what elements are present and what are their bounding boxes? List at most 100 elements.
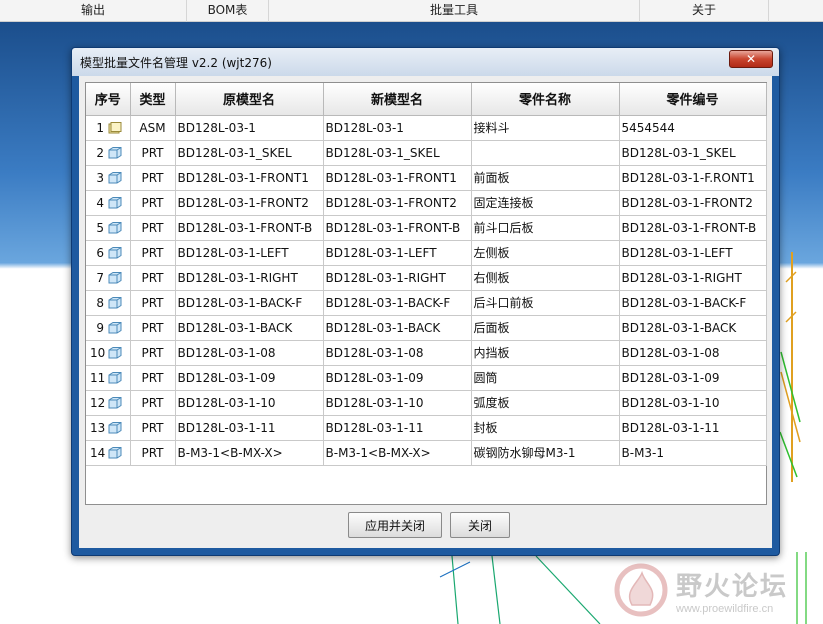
cell-part-number[interactable]: BD128L-03-1-LEFT [619, 240, 767, 266]
header-seq[interactable]: 序号 [86, 83, 131, 116]
cell-original-name[interactable]: BD128L-03-1-09 [175, 365, 324, 391]
table-row[interactable]: 8 PRT BD128L-03-1-BACK-F BD128L-03-1-BACK-F… [86, 290, 767, 316]
cell-part-number[interactable]: BD128L-03-1-09 [619, 365, 767, 391]
part-icon [108, 221, 122, 235]
cell-part-name[interactable]: 前面板 [471, 165, 620, 191]
part-icon [108, 196, 122, 210]
cell-new-name[interactable]: BD128L-03-1-08 [323, 340, 472, 366]
row-number: 5 [96, 220, 104, 235]
cell-part-number[interactable]: BD128L-03-1-08 [619, 340, 767, 366]
table-row[interactable]: 2 PRT BD128L-03-1_SKEL BD128L-03-1_SKEL BD12… [86, 140, 767, 166]
model-table: 序号 类型 原模型名 新模型名 零件名称 零件编号 1 ASM BD128L-03-… [85, 82, 767, 505]
cell-part-name[interactable]: 内挡板 [471, 340, 620, 366]
cell-part-name[interactable]: 封板 [471, 415, 620, 441]
header-part-name[interactable]: 零件名称 [471, 83, 620, 116]
menu-bom[interactable]: BOM表 [187, 0, 269, 22]
cell-part-name[interactable]: 圆筒 [471, 365, 620, 391]
cell-part-number[interactable]: 5454544 [619, 115, 767, 141]
cell-original-name[interactable]: BD128L-03-1-08 [175, 340, 324, 366]
table-row[interactable]: 9 PRT BD128L-03-1-BACK BD128L-03-1-BACK 后面板 B… [86, 315, 767, 341]
row-number: 10 [90, 345, 106, 360]
row-number: 7 [96, 270, 104, 285]
cell-part-number[interactable]: BD128L-03-1-BACK-F [619, 290, 767, 316]
menu-output[interactable]: 输出 [0, 0, 187, 22]
menu-about[interactable]: 关于 [640, 0, 769, 22]
header-type[interactable]: 类型 [130, 83, 176, 116]
cell-part-number[interactable]: BD128L-03-1-FRONT2 [619, 190, 767, 216]
cell-original-name[interactable]: BD128L-03-1-BACK [175, 315, 324, 341]
cell-part-number[interactable]: BD128L-03-1-FRONT-B [619, 215, 767, 241]
table-row[interactable]: 7 PRT BD128L-03-1-RIGHT BD128L-03-1-RIGHT 右侧… [86, 265, 767, 291]
close-dialog-button[interactable]: 关闭 [450, 512, 510, 538]
header-new-name[interactable]: 新模型名 [323, 83, 472, 116]
cell-original-name[interactable]: BD128L-03-1-RIGHT [175, 265, 324, 291]
cell-original-name[interactable]: BD128L-03-1-FRONT1 [175, 165, 324, 191]
cell-new-name[interactable]: BD128L-03-1-BACK-F [323, 290, 472, 316]
cell-part-number[interactable]: BD128L-03-1-F.RONT1 [619, 165, 767, 191]
cell-part-name[interactable]: 后面板 [471, 315, 620, 341]
dialog-titlebar[interactable]: 模型批量文件名管理 v2.2 (wjt276) ✕ [72, 48, 779, 76]
cell-part-name[interactable]: 固定连接板 [471, 190, 620, 216]
cell-seq: 9 [86, 315, 131, 341]
cell-new-name[interactable]: BD128L-03-1-FRONT2 [323, 190, 472, 216]
cell-new-name[interactable]: BD128L-03-1-FRONT-B [323, 215, 472, 241]
cell-new-name[interactable]: BD128L-03-1-11 [323, 415, 472, 441]
table-row[interactable]: 10 PRT BD128L-03-1-08 BD128L-03-1-08 内挡板 BD12… [86, 340, 767, 366]
close-button[interactable]: ✕ [729, 50, 773, 68]
cell-original-name[interactable]: BD128L-03-1-BACK-F [175, 290, 324, 316]
table-row[interactable]: 5 PRT BD128L-03-1-FRONT-B BD128L-03-1-FRONT… [86, 215, 767, 241]
header-part-number[interactable]: 零件编号 [619, 83, 767, 116]
cell-part-name[interactable]: 左侧板 [471, 240, 620, 266]
cell-original-name[interactable]: BD128L-03-1-LEFT [175, 240, 324, 266]
cell-original-name[interactable]: BD128L-03-1-FRONT2 [175, 190, 324, 216]
table-row[interactable]: 1 ASM BD128L-03-1 BD128L-03-1 接料斗 5454544 [86, 115, 767, 141]
file-rename-dialog: 模型批量文件名管理 v2.2 (wjt276) ✕ 序号 类型 原模型名 新模型… [71, 47, 780, 556]
cell-new-name[interactable]: BD128L-03-1-BACK [323, 315, 472, 341]
cell-part-name[interactable]: 弧度板 [471, 390, 620, 416]
menu-batch-tools[interactable]: 批量工具 [269, 0, 640, 22]
cell-new-name[interactable]: BD128L-03-1-LEFT [323, 240, 472, 266]
cell-new-name[interactable]: BD128L-03-1-10 [323, 390, 472, 416]
row-number: 1 [96, 120, 104, 135]
cell-new-name[interactable]: BD128L-03-1 [323, 115, 472, 141]
cell-part-number[interactable]: BD128L-03-1-BACK [619, 315, 767, 341]
table-row[interactable]: 14 PRT B-M3-1<B-MX-X> B-M3-1<B-MX-X> 碳钢防水铆母M… [86, 440, 767, 466]
cell-new-name[interactable]: BD128L-03-1_SKEL [323, 140, 472, 166]
cell-original-name[interactable]: BD128L-03-1_SKEL [175, 140, 324, 166]
cell-original-name[interactable]: B-M3-1<B-MX-X> [175, 440, 324, 466]
cell-part-number[interactable]: B-M3-1 [619, 440, 767, 466]
apply-and-close-button[interactable]: 应用并关闭 [348, 512, 442, 538]
cell-part-name[interactable]: 后斗口前板 [471, 290, 620, 316]
cell-original-name[interactable]: BD128L-03-1 [175, 115, 324, 141]
part-icon [108, 146, 122, 160]
cell-seq: 1 [86, 115, 131, 141]
cell-part-name[interactable]: 前斗口后板 [471, 215, 620, 241]
cell-original-name[interactable]: BD128L-03-1-FRONT-B [175, 215, 324, 241]
table-row[interactable]: 3 PRT BD128L-03-1-FRONT1 BD128L-03-1-FRONT1… [86, 165, 767, 191]
table-row[interactable]: 12 PRT BD128L-03-1-10 BD128L-03-1-10 弧度板 BD12… [86, 390, 767, 416]
header-original-name[interactable]: 原模型名 [175, 83, 324, 116]
cell-part-number[interactable]: BD128L-03-1_SKEL [619, 140, 767, 166]
cell-new-name[interactable]: B-M3-1<B-MX-X> [323, 440, 472, 466]
row-number: 3 [96, 170, 104, 185]
table-row[interactable]: 4 PRT BD128L-03-1-FRONT2 BD128L-03-1-FRONT2… [86, 190, 767, 216]
watermark-url: www.proewildfire.cn [676, 602, 774, 615]
table-row[interactable]: 6 PRT BD128L-03-1-LEFT BD128L-03-1-LEFT 左侧板 B… [86, 240, 767, 266]
cell-seq: 12 [86, 390, 131, 416]
cell-new-name[interactable]: BD128L-03-1-09 [323, 365, 472, 391]
cell-original-name[interactable]: BD128L-03-1-11 [175, 415, 324, 441]
cell-part-number[interactable]: BD128L-03-1-11 [619, 415, 767, 441]
cell-part-name[interactable]: 接料斗 [471, 115, 620, 141]
cell-part-name[interactable]: 右侧板 [471, 265, 620, 291]
menu-spacer [769, 0, 823, 22]
close-icon: ✕ [745, 52, 757, 66]
cell-part-name[interactable] [471, 140, 620, 166]
cell-part-number[interactable]: BD128L-03-1-10 [619, 390, 767, 416]
cell-original-name[interactable]: BD128L-03-1-10 [175, 390, 324, 416]
cell-part-number[interactable]: BD128L-03-1-RIGHT [619, 265, 767, 291]
cell-part-name[interactable]: 碳钢防水铆母M3-1 [471, 440, 620, 466]
table-row[interactable]: 11 PRT BD128L-03-1-09 BD128L-03-1-09 圆筒 BD128… [86, 365, 767, 391]
cell-new-name[interactable]: BD128L-03-1-FRONT1 [323, 165, 472, 191]
table-row[interactable]: 13 PRT BD128L-03-1-11 BD128L-03-1-11 封板 BD128… [86, 415, 767, 441]
cell-new-name[interactable]: BD128L-03-1-RIGHT [323, 265, 472, 291]
